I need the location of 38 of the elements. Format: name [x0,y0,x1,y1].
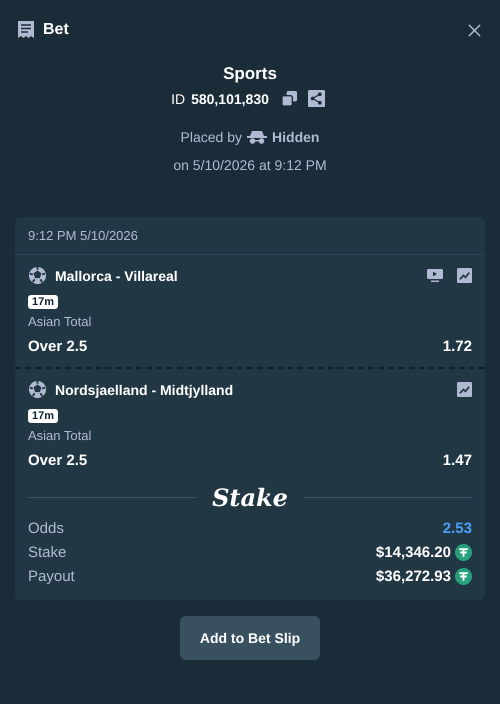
stats-icon[interactable] [457,268,472,283]
summary-label: Stake [28,544,68,560]
bet-timestamp: 9:12 PM 5/10/2026 [15,217,485,255]
summary-value: 2.53 [442,520,472,536]
event-name[interactable]: Nordsjaelland - Midtjylland [55,382,234,398]
bet-id: 580,101,830 [191,90,269,106]
summary-label: Odds [28,520,65,536]
time-badge: 17m [28,295,58,309]
time-badge: 17m [28,409,58,423]
placed-by-label: Placed by [180,129,242,145]
event-name[interactable]: Mallorca - Villareal [55,268,178,284]
stats-icon[interactable] [457,382,472,397]
tv-icon[interactable] [427,268,443,282]
tether-coin-icon [455,544,472,560]
close-icon[interactable] [467,22,482,38]
placed-date: on 5/10/2026 at 9:12 PM [173,157,327,173]
outcome: Over 2.5 [28,338,88,355]
summary-value: $14,346.20 [376,544,451,560]
soccer-ball-icon [28,266,47,285]
share-icon[interactable] [308,90,325,107]
event-odds: 1.72 [442,338,472,355]
incognito-icon [247,130,268,144]
add-to-bet-slip-button[interactable]: Add to Bet Slip [180,616,320,660]
brand-logo: Stake [212,483,288,512]
outcome: Over 2.5 [28,452,88,469]
copy-icon[interactable] [280,90,298,107]
placed-by-user: Hidden [272,129,320,145]
summary-value: $36,272.93 [376,568,451,584]
receipt-icon [17,20,35,40]
summary-label: Payout [28,568,76,584]
event-odds: 1.47 [442,452,472,469]
market-name: Asian Total [28,428,92,443]
tether-coin-icon [455,568,472,584]
window-title: Bet [43,21,69,39]
bet-category: Sports [223,64,277,84]
soccer-ball-icon [28,380,47,399]
id-label: ID [171,90,186,106]
market-name: Asian Total [28,314,92,329]
